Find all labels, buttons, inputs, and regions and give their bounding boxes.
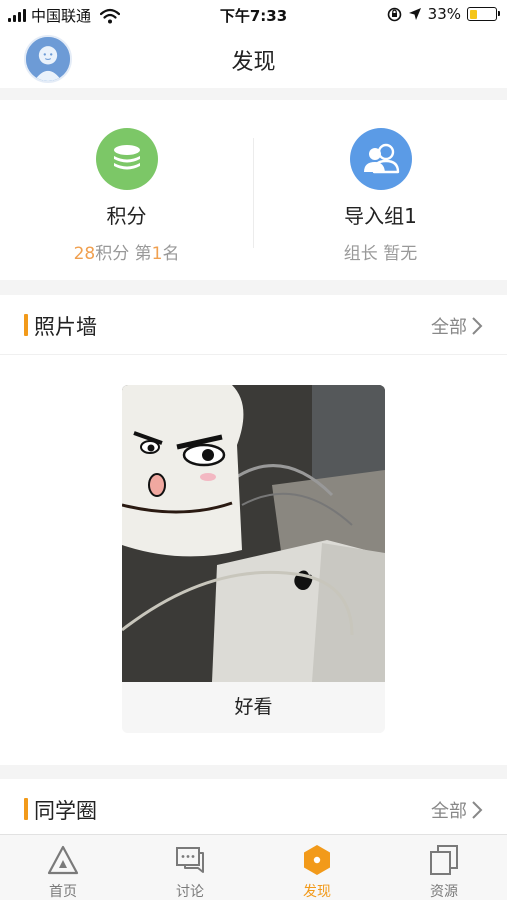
battery-percent: 33% — [427, 5, 461, 23]
location-arrow-icon — [408, 8, 421, 20]
points-value: 28 — [73, 244, 96, 264]
classmates-title: 同学圈 — [34, 799, 97, 823]
section-accent-bar — [24, 314, 28, 336]
tab-discussion-label: 讨论 — [176, 884, 204, 900]
group-icon — [349, 128, 412, 190]
section-accent-bar — [24, 798, 28, 820]
chevron-right-icon — [472, 801, 483, 819]
photo-card[interactable]: 好看 — [122, 385, 385, 733]
photo-wall: 好看 — [0, 355, 507, 765]
group-stat[interactable]: 导入组1 组长 暂无 — [254, 100, 507, 280]
tab-discussion[interactable]: 讨论 — [127, 835, 253, 900]
home-triangle-icon — [46, 843, 80, 877]
tab-bar: 首页 讨论 发现 资源 — [0, 834, 507, 900]
status-bar: 中国联通 下午7:33 33% — [0, 0, 507, 30]
status-right: 33% — [387, 5, 500, 23]
photo-wall-more-label: 全部 — [431, 317, 467, 338]
photo-wall-header: 照片墙 全部 — [0, 295, 507, 355]
points-unit: 积分 — [95, 244, 130, 264]
group-label: 导入组1 — [344, 204, 417, 228]
battery-icon — [467, 7, 500, 21]
points-label: 积分 — [106, 204, 147, 228]
page-title: 发现 — [231, 50, 276, 75]
discussion-icon — [173, 843, 207, 877]
photo-wall-title: 照片墙 — [34, 315, 97, 339]
coins-icon — [95, 128, 158, 190]
rank-prefix: 第 — [134, 244, 152, 264]
classmates-more-link[interactable]: 全部 — [431, 797, 483, 823]
points-sub: 28积分 第1名 — [0, 239, 253, 264]
points-stat[interactable]: 积分 28积分 第1名 — [0, 100, 253, 280]
nav-bar: 发现 — [0, 30, 507, 88]
photo-image — [122, 385, 385, 682]
tab-resources[interactable]: 资源 — [381, 835, 507, 900]
classmates-more-label: 全部 — [431, 801, 467, 822]
discover-icon — [300, 843, 334, 877]
photo-caption: 好看 — [122, 682, 385, 733]
chevron-right-icon — [472, 317, 483, 335]
rank-value: 1 — [151, 244, 163, 264]
tab-resources-label: 资源 — [430, 884, 458, 900]
app-screen: 中国联通 下午7:33 33% 发现 积分 28积分 第1名 导入组1 组长 暂… — [0, 0, 507, 900]
tab-discover-label: 发现 — [303, 884, 331, 900]
rank-suffix: 名 — [162, 244, 180, 264]
tab-home[interactable]: 首页 — [0, 835, 126, 900]
tab-home-label: 首页 — [49, 884, 77, 900]
orientation-lock-icon — [387, 7, 401, 21]
resources-icon — [427, 843, 461, 877]
group-sub: 组长 暂无 — [343, 244, 418, 264]
classmates-header: 同学圈 全部 — [0, 779, 507, 839]
tab-discover[interactable]: 发现 — [254, 835, 380, 900]
battery-fill — [469, 9, 478, 19]
stats-card: 积分 28积分 第1名 导入组1 组长 暂无 — [0, 100, 507, 280]
photo-wall-more-link[interactable]: 全部 — [431, 313, 483, 339]
